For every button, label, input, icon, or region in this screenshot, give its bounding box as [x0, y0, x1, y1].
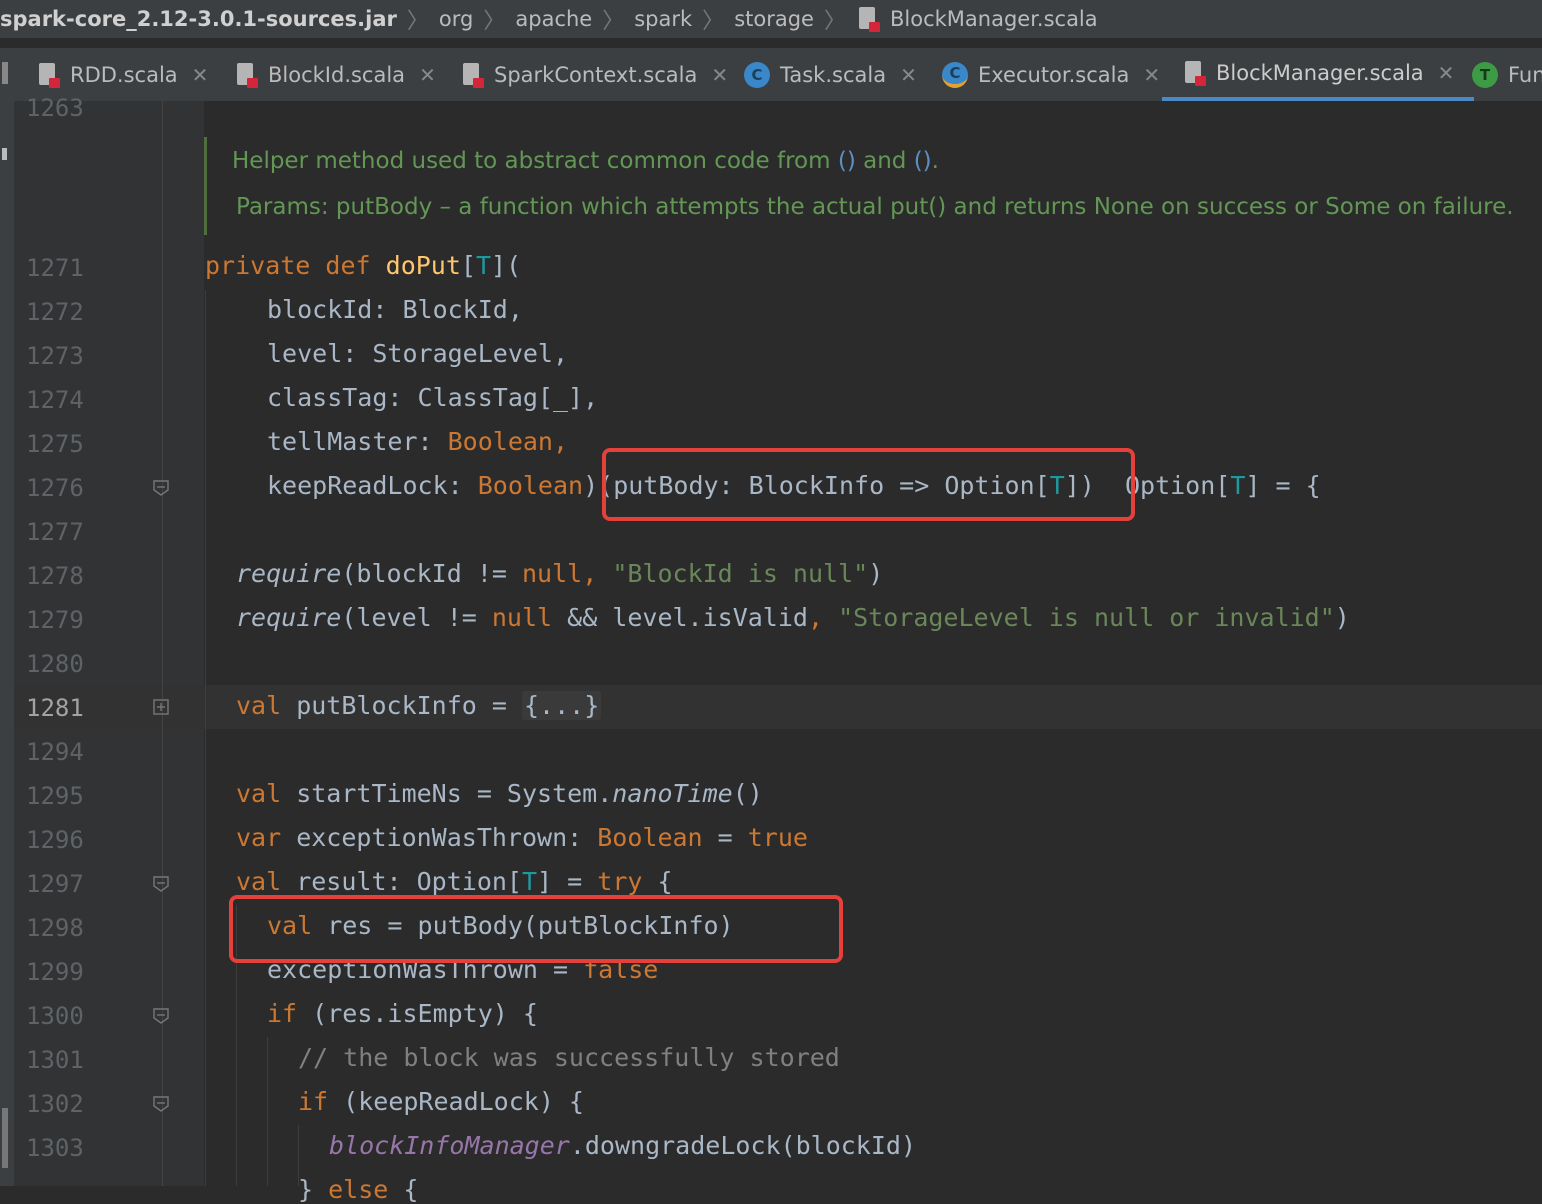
tab-sparkcontext[interactable]: SparkContext.scala ✕ [460, 48, 728, 101]
chevron-right-icon: 〉 [406, 9, 429, 34]
doc-link[interactable]: () [838, 148, 856, 174]
scala-file-icon [1182, 60, 1206, 86]
breadcrumb: spark-core_2.12-3.0.1-sources.jar 〉 org … [0, 0, 1542, 38]
tab-label: SparkContext.scala [494, 62, 698, 87]
breadcrumb-jar[interactable]: spark-core_2.12-3.0.1-sources.jar [0, 7, 397, 31]
code-line-1279: require(level != null && level.isValid, … [236, 603, 1350, 632]
scala-class-icon: C [942, 61, 968, 88]
expand-fold-icon[interactable] [152, 698, 170, 716]
code-line-1301: // the block was successfully stored [298, 1043, 840, 1072]
code-line-1297: val result: Option[T] = try { [236, 867, 673, 896]
tab-label: Fun [1508, 62, 1542, 87]
doc-comment-line1: Helper method used to abstract common co… [232, 148, 939, 174]
scala-file-icon [460, 62, 484, 88]
fold-marker-icon[interactable] [152, 479, 170, 497]
line-number: 1296 [26, 826, 84, 854]
line-number-current: 1281 [26, 694, 84, 722]
breadcrumb-apache[interactable]: apache [515, 7, 592, 31]
code-line-1271: private def doPut[T]( [205, 251, 522, 280]
code-line-1272: blockId: BlockId, [267, 295, 523, 324]
code-line-1304: } else { [298, 1175, 419, 1204]
tab-task[interactable]: C Task.scala ✕ [744, 48, 917, 101]
folded-code-block[interactable]: {...} [521, 691, 602, 720]
breadcrumb-spark[interactable]: spark [634, 7, 692, 31]
chevron-right-icon: 〉 [823, 9, 846, 34]
tab-fun[interactable]: T Fun [1472, 48, 1542, 101]
annotation-highlight-putbody-param [602, 448, 1135, 521]
tab-blockmanager[interactable]: BlockManager.scala ✕ [1162, 48, 1475, 101]
fold-marker-icon[interactable] [152, 875, 170, 893]
breadcrumb-storage[interactable]: storage [734, 7, 814, 31]
line-number: 1280 [26, 650, 84, 678]
line-number: 1272 [26, 298, 84, 326]
line-number: 1300 [26, 1002, 84, 1030]
close-icon[interactable]: ✕ [419, 63, 436, 87]
code-line-1281: val putBlockInfo = {...} [236, 691, 602, 720]
tab-label: Executor.scala [978, 62, 1130, 87]
scala-file-icon [36, 62, 60, 88]
code-line-1278: require(blockId != null, "BlockId is nul… [236, 559, 884, 588]
code-line-1295: val startTimeNs = System.nanoTime() [236, 779, 763, 808]
close-icon[interactable]: ✕ [900, 63, 917, 87]
breadcrumb-file-label: BlockManager.scala [889, 7, 1098, 31]
line-number: 1274 [26, 386, 84, 414]
line-number: 1301 [26, 1046, 84, 1074]
tab-label: BlockId.scala [268, 62, 406, 87]
scala-file-icon [856, 6, 880, 32]
line-number: 1303 [26, 1134, 84, 1162]
code-line-1275: tellMaster: Boolean, [267, 427, 569, 456]
editor-tabs: RDD.scala ✕ BlockId.scala ✕ SparkContext… [0, 48, 1542, 102]
code-line-1300: if (res.isEmpty) { [267, 999, 538, 1028]
fold-marker-icon[interactable] [152, 1095, 170, 1113]
annotation-highlight-putbody-call [229, 895, 843, 963]
line-number: 1277 [26, 518, 84, 546]
tab-label: RDD.scala [70, 62, 178, 87]
tab-label: BlockManager.scala [1216, 60, 1424, 85]
tab-executor[interactable]: C Executor.scala ✕ [942, 48, 1160, 101]
code-line-1273: level: StorageLevel, [267, 339, 569, 368]
code-line-1274: classTag: ClassTag[_], [267, 383, 599, 412]
scala-class-icon: C [744, 61, 770, 88]
breadcrumb-file[interactable]: BlockManager.scala [856, 6, 1098, 32]
tab-label: Task.scala [780, 62, 887, 87]
line-number: 1263 [26, 94, 84, 122]
chevron-right-icon: 〉 [702, 9, 725, 34]
line-number: 1299 [26, 958, 84, 986]
line-number: 1294 [26, 738, 84, 766]
line-number: 1302 [26, 1090, 84, 1118]
doc-comment-params: Params: putBody – a function which attem… [236, 194, 1514, 220]
code-line-1303: blockInfoManager.downgradeLock(blockId) [329, 1131, 917, 1160]
line-number: 1271 [26, 254, 84, 282]
breadcrumb-org[interactable]: org [439, 7, 473, 31]
doc-comment-bar [204, 137, 207, 235]
close-icon[interactable]: ✕ [1143, 63, 1160, 87]
line-number: 1275 [26, 430, 84, 458]
line-number: 1295 [26, 782, 84, 810]
close-icon[interactable]: ✕ [192, 63, 209, 87]
close-icon[interactable]: ✕ [711, 63, 728, 87]
line-number: 1273 [26, 342, 84, 370]
line-number: 1279 [26, 606, 84, 634]
code-line-1296: var exceptionWasThrown: Boolean = true [236, 823, 808, 852]
project-tool-strip[interactable] [0, 48, 14, 1186]
tab-blockid[interactable]: BlockId.scala ✕ [234, 48, 436, 101]
chevron-right-icon: 〉 [483, 9, 506, 34]
chevron-right-icon: 〉 [602, 9, 625, 34]
doc-link[interactable]: () [914, 148, 932, 174]
line-number: 1278 [26, 562, 84, 590]
line-number: 1276 [26, 474, 84, 502]
close-icon[interactable]: ✕ [1438, 61, 1455, 85]
line-number: 1298 [26, 914, 84, 942]
line-number: 1297 [26, 870, 84, 898]
code-line-1302: if (keepReadLock) { [298, 1087, 584, 1116]
fold-marker-icon[interactable] [152, 1007, 170, 1025]
trait-icon: T [1472, 61, 1498, 88]
scala-file-icon [234, 62, 258, 88]
